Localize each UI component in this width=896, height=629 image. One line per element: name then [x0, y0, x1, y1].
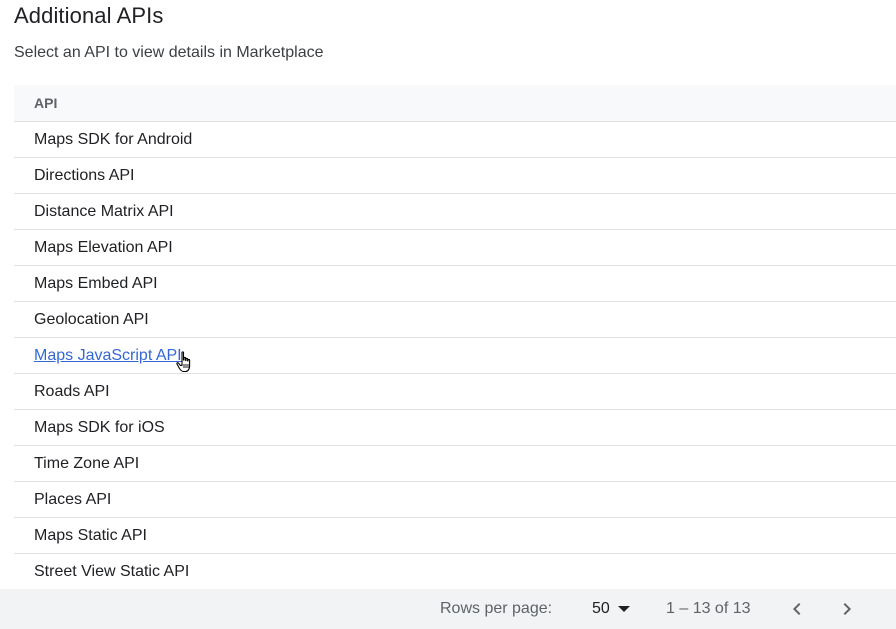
api-column-header[interactable]: API — [14, 85, 896, 122]
rows-per-page-select[interactable]: 50 — [592, 600, 630, 618]
api-link[interactable]: Maps SDK for iOS — [34, 419, 165, 437]
table-row[interactable]: Directions API — [14, 158, 896, 194]
rows-per-page-label: Rows per page: — [440, 600, 553, 617]
api-link[interactable]: Maps Embed API — [34, 275, 158, 293]
caret-down-icon — [617, 606, 630, 612]
hand-pointer-cursor-icon — [176, 351, 191, 373]
next-page-button[interactable] — [835, 597, 859, 621]
additional-apis-page: Additional APIs Select an API to view de… — [0, 0, 896, 629]
table-row[interactable]: Maps JavaScript API — [14, 338, 896, 374]
api-table-body: Maps SDK for Android Directions API Distan… — [14, 122, 896, 590]
page-title: Additional APIs — [14, 3, 164, 28]
api-link[interactable]: Directions API — [34, 167, 134, 185]
table-row[interactable]: Roads API — [14, 374, 896, 410]
api-link[interactable]: Roads API — [34, 383, 110, 401]
table-row[interactable]: Maps SDK for Android — [14, 122, 896, 158]
page-subtitle: Select an API to view details in Marketp… — [14, 44, 324, 61]
table-row[interactable]: Places API — [14, 482, 896, 518]
table-row[interactable]: Street View Static API — [14, 554, 896, 590]
table-row[interactable]: Geolocation API — [14, 302, 896, 338]
pagination-bar: Rows per page: 50 1 – 13 of 13 — [0, 589, 896, 629]
table-row[interactable]: Time Zone API — [14, 446, 896, 482]
api-link[interactable]: Street View Static API — [34, 563, 189, 581]
pagination-range: 1 – 13 of 13 — [666, 600, 751, 617]
table-row[interactable]: Maps Embed API — [14, 266, 896, 302]
rows-per-page-value: 50 — [592, 600, 610, 617]
api-link[interactable]: Maps Elevation API — [34, 239, 173, 257]
api-link[interactable]: Maps Static API — [34, 527, 147, 545]
chevron-left-icon — [793, 603, 801, 615]
api-link[interactable]: Distance Matrix API — [34, 203, 174, 221]
table-row[interactable]: Maps Elevation API — [14, 230, 896, 266]
api-link[interactable]: Geolocation API — [34, 311, 149, 329]
chevron-right-icon — [843, 603, 851, 615]
table-row[interactable]: Maps Static API — [14, 518, 896, 554]
api-link[interactable]: Maps JavaScript API — [34, 347, 182, 365]
api-link[interactable]: Time Zone API — [34, 455, 139, 473]
api-table: API Maps SDK for Android Directions API Di… — [14, 85, 896, 590]
api-link[interactable]: Maps SDK for Android — [34, 131, 192, 149]
previous-page-button[interactable] — [785, 597, 809, 621]
api-link[interactable]: Places API — [34, 491, 111, 509]
table-row[interactable]: Distance Matrix API — [14, 194, 896, 230]
table-row[interactable]: Maps SDK for iOS — [14, 410, 896, 446]
